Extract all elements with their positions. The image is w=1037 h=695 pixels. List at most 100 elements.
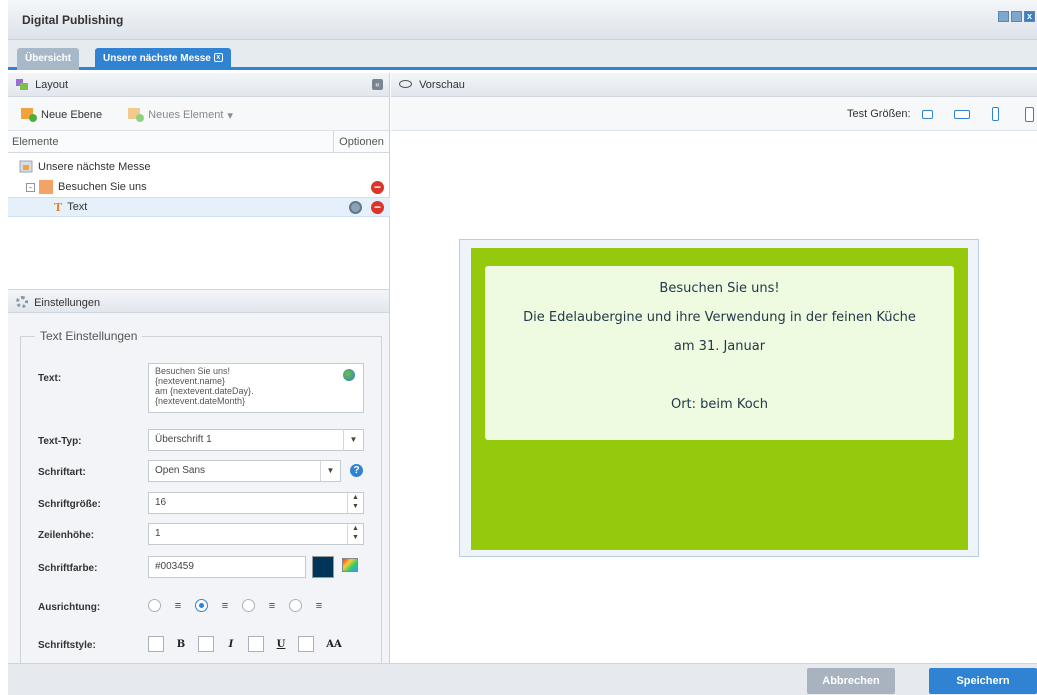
fontcolor-input[interactable]: #003459 xyxy=(148,556,306,578)
spinner-icon[interactable]: ▲ ▼ xyxy=(347,493,363,513)
align-justify-icon: ≡ xyxy=(315,599,323,612)
chevron-down-icon[interactable]: ▼ xyxy=(343,430,363,450)
help-icon[interactable]: ? xyxy=(350,464,363,477)
spinner-icon[interactable]: ▲ ▼ xyxy=(347,524,363,544)
cancel-button[interactable]: Abbrechen xyxy=(807,668,895,694)
tree-item-layer[interactable]: - Besuchen Sie uns − xyxy=(8,177,390,197)
tab-close-icon[interactable]: x xyxy=(213,53,223,62)
window-controls: x xyxy=(998,11,1035,22)
new-element-icon xyxy=(128,108,145,122)
texttype-value: Überschrift 1 xyxy=(155,434,212,445)
text-settings-legend: Text Einstellungen xyxy=(40,329,138,343)
align-right-radio[interactable] xyxy=(242,599,255,612)
tree-item-page[interactable]: Unsere nächste Messe xyxy=(8,157,390,177)
layer-icon xyxy=(39,180,53,194)
col-elements[interactable]: Elemente xyxy=(8,131,333,152)
fontsize-stepper[interactable]: 16 ▲ ▼ xyxy=(148,492,364,514)
bold-icon: B xyxy=(176,638,186,650)
tab-strip: Übersicht Unsere nächste Messe x xyxy=(8,40,1037,70)
italic-checkbox[interactable] xyxy=(198,636,214,652)
page-icon xyxy=(19,160,33,173)
new-layer-icon xyxy=(21,108,37,122)
collapse-panel-icon[interactable]: « xyxy=(372,79,383,90)
fontstyle-label: Schriftstyle: xyxy=(38,640,96,651)
tree-item-text[interactable]: T Text − xyxy=(8,197,390,217)
bottom-bar: Abbrechen Speichern xyxy=(8,663,1037,695)
settings-title: Einstellungen xyxy=(34,297,101,309)
minimize-icon[interactable] xyxy=(998,11,1009,22)
duplicate-icon[interactable] xyxy=(349,200,362,214)
font-select[interactable]: Open Sans ▼ xyxy=(148,460,341,482)
alignment-label: Ausrichtung: xyxy=(38,602,101,613)
phone-portrait-icon[interactable] xyxy=(992,107,999,121)
tablet-portrait-icon[interactable] xyxy=(1025,107,1034,122)
fontsize-value: 16 xyxy=(155,497,167,508)
text-content-field[interactable]: Besuchen Sie uns! {nextevent.name} am {n… xyxy=(148,363,364,413)
text-card[interactable]: Besuchen Sie uns! Die Edelaubergine und … xyxy=(485,266,954,440)
font-label: Schriftart: xyxy=(38,467,86,478)
new-element-button[interactable]: Neues Element ▾ xyxy=(121,105,240,125)
col-options[interactable]: Optionen xyxy=(333,131,389,152)
maximize-icon[interactable] xyxy=(1011,11,1022,22)
preview-line-blank xyxy=(485,361,954,390)
settings-header: Einstellungen xyxy=(8,289,389,313)
lineheight-stepper[interactable]: 1 ▲ ▼ xyxy=(148,523,364,545)
text-line: {nextevent.name} xyxy=(155,376,226,386)
tablet-landscape-icon[interactable] xyxy=(954,110,970,119)
align-justify-radio[interactable] xyxy=(289,599,302,612)
color-picker-icon[interactable] xyxy=(342,558,358,572)
layout-panel-title: Layout xyxy=(35,79,69,91)
tree-item-label: Besuchen Sie uns xyxy=(58,181,147,193)
preview-panel: Vorschau Test Größen: Besuchen Sie uns! … xyxy=(391,73,1037,663)
caps-checkbox[interactable] xyxy=(298,636,314,652)
preview-line: am 31. Januar xyxy=(673,339,766,354)
layout-icon xyxy=(16,79,28,90)
caps-icon: AA xyxy=(326,638,342,650)
preview-header: Vorschau xyxy=(391,73,1037,97)
delete-text-icon[interactable]: − xyxy=(371,200,384,214)
layout-toolbar: Neue Ebene Neues Element ▾ xyxy=(8,97,389,131)
fontcolor-label: Schriftfarbe: xyxy=(38,563,98,574)
delete-layer-icon[interactable]: − xyxy=(371,180,384,194)
underline-checkbox[interactable] xyxy=(248,636,264,652)
new-layer-button[interactable]: Neue Ebene xyxy=(14,105,109,125)
text-line: am {nextevent.dateDay}. xyxy=(155,386,254,396)
preview-title: Vorschau xyxy=(419,79,465,91)
align-left-radio[interactable] xyxy=(148,599,161,612)
align-center-icon: ≡ xyxy=(221,599,229,612)
tree-item-label: Unsere nächste Messe xyxy=(38,161,151,173)
collapse-toggle-icon[interactable]: - xyxy=(26,182,35,192)
tree-item-label: Text xyxy=(67,201,88,213)
tab-label: Unsere nächste Messe xyxy=(103,53,211,64)
lineheight-value: 1 xyxy=(155,528,161,539)
left-panel: Layout « Neue Ebene Neues Element ▾ Elem… xyxy=(8,73,390,695)
color-swatch[interactable] xyxy=(312,556,334,578)
italic-icon: I xyxy=(228,638,234,650)
close-icon[interactable]: x xyxy=(1024,11,1035,22)
text-label: Text: xyxy=(38,373,62,384)
new-layer-label: Neue Ebene xyxy=(41,109,103,121)
save-button[interactable]: Speichern xyxy=(929,668,1037,694)
tab-label: Übersicht xyxy=(25,53,72,64)
align-left-icon: ≡ xyxy=(174,599,182,612)
window-title: Digital Publishing xyxy=(22,13,124,27)
desktop-size-icon[interactable] xyxy=(922,110,933,119)
preview-line: Ort: beim Koch xyxy=(670,397,769,412)
globe-icon[interactable] xyxy=(343,369,355,381)
font-value: Open Sans xyxy=(155,465,206,476)
settings-gear-icon xyxy=(16,296,28,308)
eye-icon xyxy=(399,80,412,88)
chevron-down-icon[interactable]: ▼ xyxy=(320,461,340,481)
element-tree: Unsere nächste Messe - Besuchen Sie uns … xyxy=(8,153,390,289)
texttype-select[interactable]: Überschrift 1 ▼ xyxy=(148,429,364,451)
dropdown-arrow-icon: ▾ xyxy=(227,109,233,122)
tab-unsere-naechste-messe[interactable]: Unsere nächste Messe x xyxy=(95,48,231,70)
lineheight-label: Zeilenhöhe: xyxy=(38,530,95,541)
new-element-label: Neues Element xyxy=(148,109,224,121)
tab-uebersicht[interactable]: Übersicht xyxy=(17,48,80,70)
preview-canvas[interactable]: Besuchen Sie uns! Die Edelaubergine und … xyxy=(459,239,979,557)
layout-panel-header: Layout « xyxy=(8,73,389,97)
bold-checkbox[interactable] xyxy=(148,636,164,652)
fontsize-label: Schriftgröße: xyxy=(38,499,101,510)
align-center-radio[interactable] xyxy=(195,599,208,612)
